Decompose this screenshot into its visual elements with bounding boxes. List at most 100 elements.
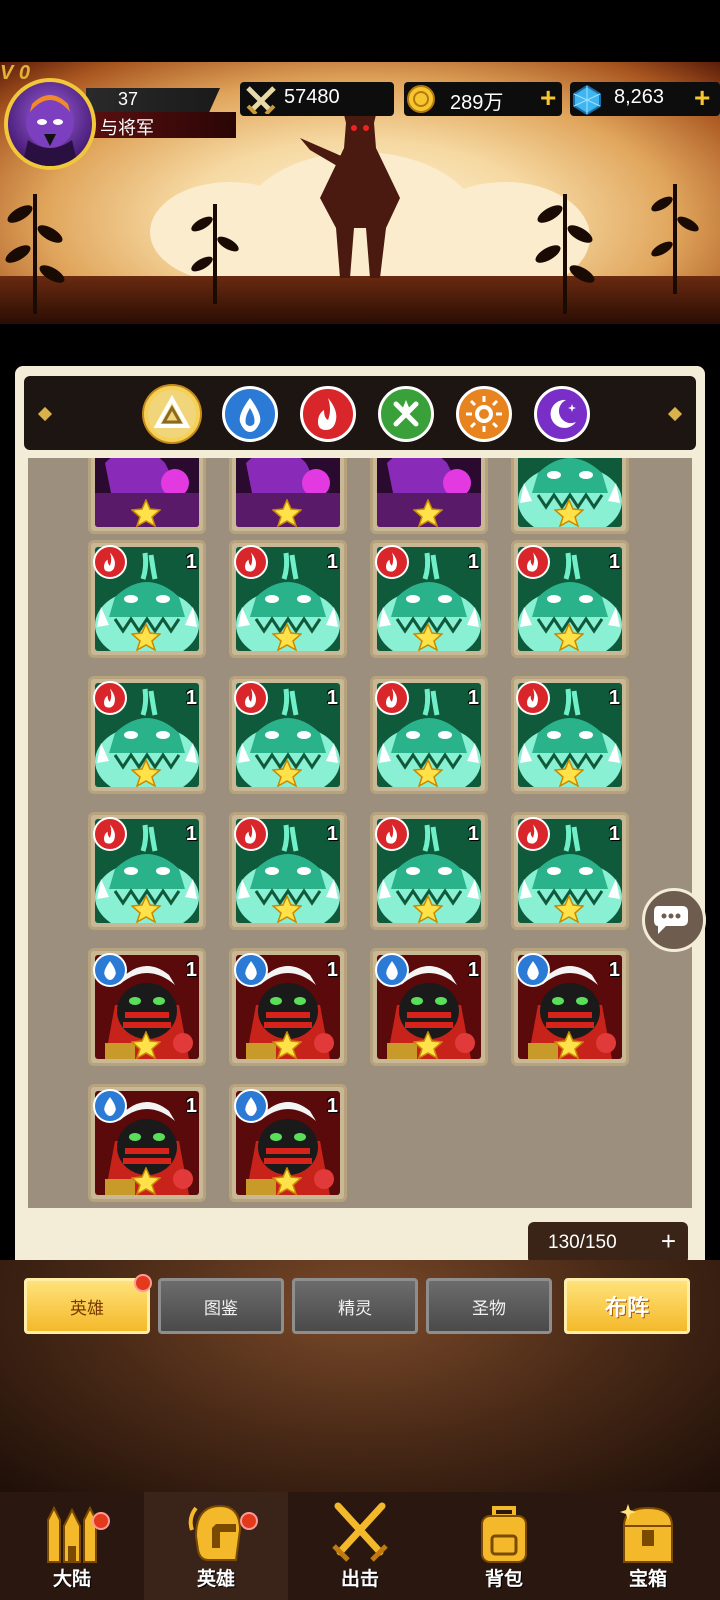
fire-badge-icon [516, 681, 550, 715]
hero-card[interactable]: 1 [370, 812, 488, 930]
tab-relics[interactable]: 圣物 [426, 1278, 552, 1334]
status-bar [0, 0, 720, 62]
gold-coin-icon [407, 85, 435, 113]
gem-icon [573, 84, 601, 116]
fire-badge-icon [93, 545, 127, 579]
hero-card[interactable]: 1 [370, 948, 488, 1066]
hero-card[interactable]: 1 [511, 540, 629, 658]
hero-count: 1 [185, 823, 197, 845]
fire-badge-icon [516, 817, 550, 851]
nav-chest[interactable]: 宝箱 [576, 1492, 720, 1600]
hero-count: 1 [326, 823, 338, 845]
hero-count: 1 [326, 1095, 338, 1117]
crossed-swords-nav-icon [332, 1502, 388, 1562]
nav-continent[interactable]: 大陆 [0, 1492, 144, 1600]
element-filter-bar [24, 376, 696, 450]
heroes-notification-dot [134, 1274, 152, 1292]
hero-card[interactable]: 1 [88, 676, 206, 794]
water-badge-icon [234, 953, 268, 987]
hero-card[interactable]: 1 [370, 676, 488, 794]
hero-card[interactable]: 1 [88, 948, 206, 1066]
hero-count: 1 [467, 823, 479, 845]
water-badge-icon [375, 953, 409, 987]
crossed-swords-icon [246, 86, 276, 114]
tab-spirits[interactable]: 精灵 [292, 1278, 418, 1334]
hero-count: 1 [467, 551, 479, 573]
player-name: 与将军 [100, 118, 154, 138]
hero-card[interactable]: 1 [229, 948, 347, 1066]
chat-button[interactable] [642, 888, 706, 952]
hero-card[interactable]: 1 [229, 1084, 347, 1202]
hero-count: 1 [608, 551, 620, 573]
fire-badge-icon [375, 681, 409, 715]
tab-heroes[interactable]: 英雄 [24, 1278, 150, 1334]
hero-count: 1 [608, 959, 620, 981]
moon-icon[interactable] [534, 386, 590, 442]
fire-badge-icon [93, 817, 127, 851]
add-gold-button[interactable]: + [540, 82, 556, 114]
hero-count: 1 [326, 551, 338, 573]
water-badge-icon [516, 953, 550, 987]
hero-capacity[interactable]: 130/150 + [528, 1222, 688, 1264]
hero-card[interactable]: 1 [370, 540, 488, 658]
wind-icon[interactable] [378, 386, 434, 442]
avatar-character-icon [22, 95, 78, 166]
fire-badge-icon [234, 545, 268, 579]
hero-card[interactable]: 1 [511, 948, 629, 1066]
hero-card[interactable]: 1 [511, 812, 629, 930]
hero-card[interactable]: 1 [229, 812, 347, 930]
vip-label: V 0 [0, 62, 31, 84]
hero-card[interactable]: 1 [88, 1084, 206, 1202]
hero-count: 1 [608, 823, 620, 845]
hero-count: 1 [185, 687, 197, 709]
power-value: 57480 [284, 86, 340, 108]
hero-card[interactable]: 1 [511, 676, 629, 794]
fire-badge-icon [93, 681, 127, 715]
hero-count: 1 [326, 959, 338, 981]
add-gems-button[interactable]: + [694, 82, 710, 114]
nav-heroes[interactable]: 英雄 [144, 1492, 288, 1600]
fire-badge-icon [234, 817, 268, 851]
player-level: 37 [118, 89, 139, 109]
hero-card[interactable]: 1 [88, 812, 206, 930]
backpack-icon [481, 1506, 527, 1563]
all-elements-icon[interactable] [144, 386, 200, 442]
hero-count: 1 [326, 687, 338, 709]
hero-card[interactable]: 1 [229, 540, 347, 658]
hero-card[interactable]: 1 [229, 676, 347, 794]
fire-badge-icon [234, 681, 268, 715]
fire-badge-icon [375, 817, 409, 851]
tab-heroes-label: 英雄 [70, 1298, 104, 1318]
hero-count: 1 [185, 551, 197, 573]
hero-count: 1 [185, 959, 197, 981]
tab-spirits-label: 精灵 [338, 1298, 372, 1318]
nav-battle[interactable]: 出击 [288, 1492, 432, 1600]
nav-bag[interactable]: 背包 [432, 1492, 576, 1600]
treasure-chest-icon [620, 1504, 674, 1563]
hero-count: 1 [185, 1095, 197, 1117]
expand-capacity-button[interactable]: + [661, 1226, 676, 1257]
hero-card[interactable]: 1 [88, 540, 206, 658]
castle-icon [47, 1505, 97, 1563]
fire-badge-icon [375, 545, 409, 579]
water-badge-icon [93, 1089, 127, 1123]
nav-bag-label: 背包 [484, 1569, 523, 1590]
formation-button[interactable]: 布阵 [564, 1278, 690, 1334]
capacity-text: 130/150 [548, 1232, 617, 1253]
hero-count: 1 [467, 959, 479, 981]
nav-heroes-label: 英雄 [196, 1569, 235, 1590]
water-icon[interactable] [222, 386, 278, 442]
hero-count: 1 [608, 687, 620, 709]
nav-chest-label: 宝箱 [628, 1569, 667, 1590]
avatar[interactable] [4, 78, 96, 170]
tab-codex-label: 图鉴 [204, 1298, 238, 1318]
fire-icon[interactable] [300, 386, 356, 442]
level-strip [86, 88, 220, 112]
water-badge-icon [93, 953, 127, 987]
chat-bubble-icon [654, 906, 688, 934]
nav-continent-label: 大陆 [52, 1569, 91, 1590]
tab-codex[interactable]: 图鉴 [158, 1278, 284, 1334]
helmet-icon [188, 1504, 242, 1561]
water-badge-icon [234, 1089, 268, 1123]
sun-icon[interactable] [456, 386, 512, 442]
